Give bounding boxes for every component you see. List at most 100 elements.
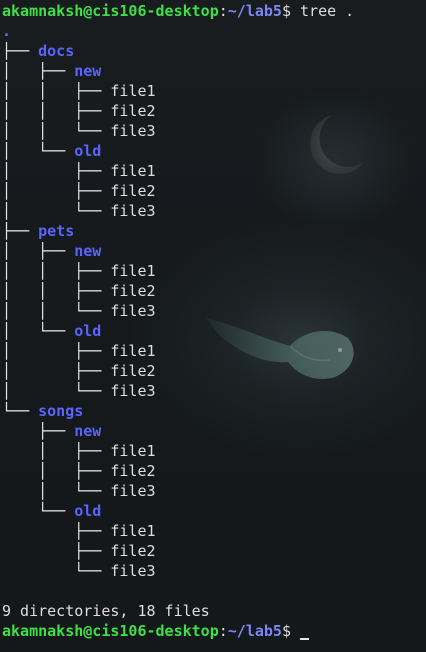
file-name: file1 bbox=[110, 162, 156, 180]
tree-connector: │ ├── bbox=[2, 362, 111, 380]
tree-connector: │ │ └── bbox=[2, 302, 111, 320]
directory-name: songs bbox=[38, 402, 84, 420]
tree-connector: │ │ ├── bbox=[2, 262, 111, 280]
tree-listing: ├── docs │ ├── new │ │ ├── file1 │ │ ├── fi… bbox=[2, 41, 426, 581]
tree-connector: │ └── bbox=[2, 482, 111, 500]
tree-connector: └── bbox=[2, 562, 111, 580]
text-cursor bbox=[300, 638, 310, 640]
tree-connector: └── bbox=[2, 402, 39, 420]
tree-row-file: │ ├── file2 bbox=[2, 461, 426, 481]
file-name: file2 bbox=[110, 182, 156, 200]
tree-connector: │ └── bbox=[2, 382, 111, 400]
tree-row-directory: ├── pets bbox=[2, 221, 426, 241]
tree-connector: │ └── bbox=[2, 202, 111, 220]
prompt-symbol: $ bbox=[281, 622, 301, 640]
tree-row-file: │ ├── file1 bbox=[2, 441, 426, 461]
file-name: file3 bbox=[110, 382, 156, 400]
tree-connector: │ ├── bbox=[2, 442, 111, 460]
directory-name: old bbox=[74, 322, 102, 340]
prompt-separator: : bbox=[218, 2, 228, 20]
tree-row-file: │ │ ├── file1 bbox=[2, 261, 426, 281]
file-name: file3 bbox=[110, 482, 156, 500]
tree-connector: │ │ ├── bbox=[2, 282, 111, 300]
summary-line: 9 directories, 18 files bbox=[2, 601, 426, 621]
tree-row-directory: │ ├── new bbox=[2, 241, 426, 261]
prompt-line-active[interactable]: akamnaksh@cis106-desktop:~/lab5$ bbox=[2, 621, 426, 641]
tree-row-directory: │ └── old bbox=[2, 141, 426, 161]
terminal-window[interactable]: akamnaksh@cis106-desktop:~/lab5$ tree . … bbox=[0, 0, 426, 652]
tree-connector: │ │ ├── bbox=[2, 102, 111, 120]
tree-connector: ├── bbox=[2, 522, 111, 540]
tree-row-file: │ ├── file2 bbox=[2, 361, 426, 381]
tree-row-directory: └── songs bbox=[2, 401, 426, 421]
directory-name: new bbox=[74, 62, 102, 80]
file-name: file1 bbox=[110, 82, 156, 100]
tree-row-file: │ ├── file1 bbox=[2, 161, 426, 181]
tree-row-directory: ├── docs bbox=[2, 41, 426, 61]
file-name: file3 bbox=[110, 302, 156, 320]
tree-row-file: │ │ └── file3 bbox=[2, 121, 426, 141]
tree-row-file: │ ├── file1 bbox=[2, 341, 426, 361]
tree-connector: │ │ └── bbox=[2, 122, 111, 140]
prompt-user-host: akamnaksh@cis106-desktop bbox=[2, 2, 219, 20]
file-name: file3 bbox=[110, 122, 156, 140]
tree-row-directory: └── old bbox=[2, 501, 426, 521]
prompt-path: ~/lab5 bbox=[227, 622, 282, 640]
tree-row-file: │ └── file3 bbox=[2, 381, 426, 401]
file-name: file2 bbox=[110, 542, 156, 560]
directory-name: new bbox=[74, 422, 102, 440]
summary-text: 9 directories, 18 files bbox=[2, 602, 210, 620]
terminal-output: akamnaksh@cis106-desktop:~/lab5$ tree . … bbox=[2, 1, 426, 641]
tree-row-file: │ └── file3 bbox=[2, 481, 426, 501]
file-name: file2 bbox=[110, 462, 156, 480]
tree-connector: │ │ ├── bbox=[2, 82, 111, 100]
file-name: file2 bbox=[110, 282, 156, 300]
prompt-line: akamnaksh@cis106-desktop:~/lab5$ tree . bbox=[2, 1, 426, 21]
tree-row-file: │ │ ├── file1 bbox=[2, 81, 426, 101]
file-name: file1 bbox=[110, 442, 156, 460]
prompt-symbol: $ bbox=[281, 2, 301, 20]
tree-connector: └── bbox=[2, 502, 75, 520]
tree-connector: │ ├── bbox=[2, 462, 111, 480]
tree-row-directory: ├── new bbox=[2, 421, 426, 441]
directory-name: new bbox=[74, 242, 102, 260]
file-name: file2 bbox=[110, 102, 156, 120]
prompt-path: ~/lab5 bbox=[227, 2, 282, 20]
tree-row-file: │ │ └── file3 bbox=[2, 301, 426, 321]
command-text: tree . bbox=[300, 2, 355, 20]
directory-name: docs bbox=[38, 42, 75, 60]
tree-row-directory: │ └── old bbox=[2, 321, 426, 341]
tree-row-file: └── file3 bbox=[2, 561, 426, 581]
tree-row-file: ├── file2 bbox=[2, 541, 426, 561]
tree-connector: ├── bbox=[2, 422, 75, 440]
tree-connector: │ ├── bbox=[2, 62, 75, 80]
tree-connector: │ └── bbox=[2, 142, 75, 160]
file-name: file2 bbox=[110, 362, 156, 380]
tree-connector: │ └── bbox=[2, 322, 75, 340]
tree-row-directory: │ ├── new bbox=[2, 61, 426, 81]
tree-connector: │ ├── bbox=[2, 182, 111, 200]
tree-row-file: ├── file1 bbox=[2, 521, 426, 541]
directory-name: old bbox=[74, 142, 102, 160]
file-name: file1 bbox=[110, 522, 156, 540]
tree-row-file: │ └── file3 bbox=[2, 201, 426, 221]
tree-row-file: │ │ ├── file2 bbox=[2, 101, 426, 121]
directory-name: pets bbox=[38, 222, 75, 240]
file-name: file1 bbox=[110, 262, 156, 280]
tree-root-label: . bbox=[2, 22, 12, 40]
directory-name: old bbox=[74, 502, 102, 520]
tree-row-file: │ │ ├── file2 bbox=[2, 281, 426, 301]
tree-row-file: │ ├── file2 bbox=[2, 181, 426, 201]
tree-connector: ├── bbox=[2, 42, 39, 60]
prompt-user-host: akamnaksh@cis106-desktop bbox=[2, 622, 219, 640]
tree-connector: ├── bbox=[2, 222, 39, 240]
tree-connector: │ ├── bbox=[2, 162, 111, 180]
file-name: file1 bbox=[110, 342, 156, 360]
prompt-separator: : bbox=[218, 622, 228, 640]
tree-connector: │ ├── bbox=[2, 342, 111, 360]
file-name: file3 bbox=[110, 202, 156, 220]
file-name: file3 bbox=[110, 562, 156, 580]
tree-connector: │ ├── bbox=[2, 242, 75, 260]
tree-root: . bbox=[2, 21, 426, 41]
